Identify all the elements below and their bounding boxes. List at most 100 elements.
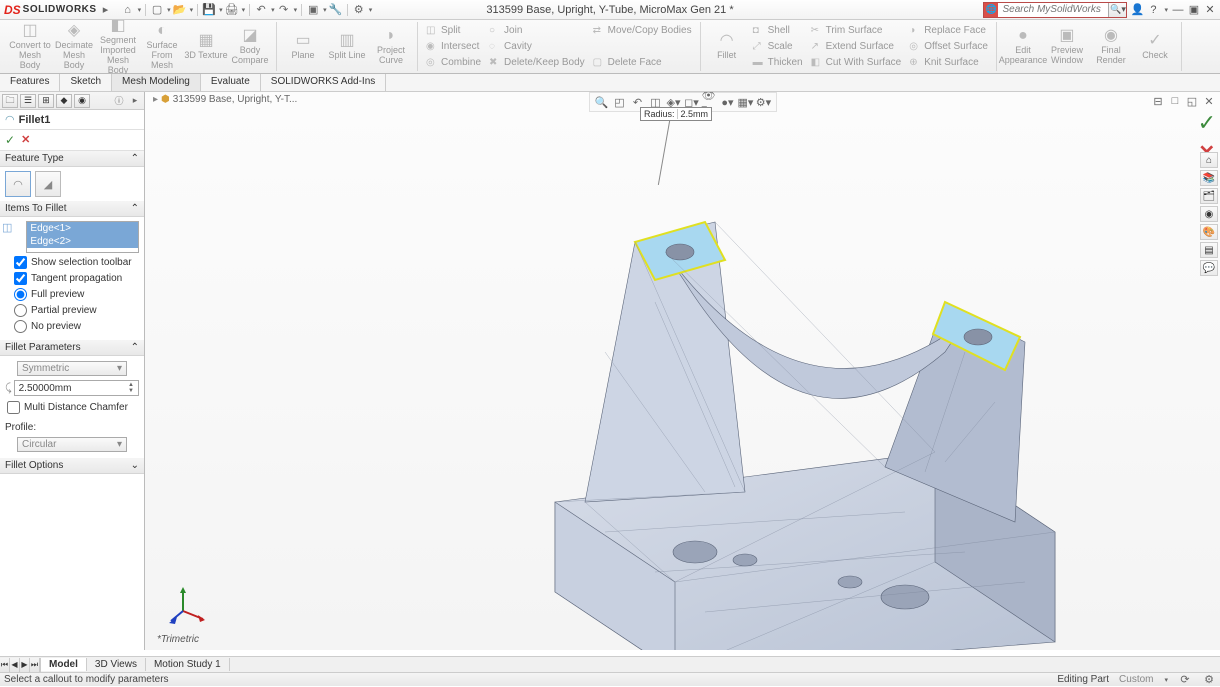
dimxpert-tab-icon[interactable]: ◆: [56, 94, 72, 108]
replace-face-button[interactable]: ◑Replace Face: [907, 23, 990, 38]
forum-icon[interactable]: 💬: [1200, 260, 1218, 276]
feature-type-header[interactable]: Feature Type⌃: [0, 151, 144, 167]
split-line-button[interactable]: ▥Split Line: [325, 22, 369, 71]
scene-icon[interactable]: ▦▾: [738, 95, 754, 109]
check-button[interactable]: ✓Check: [1133, 22, 1177, 71]
partial-preview-radio[interactable]: [14, 304, 27, 317]
zoom-area-icon[interactable]: ◰: [612, 95, 628, 109]
combine-button[interactable]: ◎Combine: [424, 55, 483, 70]
convert-to-mesh-button[interactable]: ◫Convert to Mesh Body: [8, 22, 52, 71]
redo-icon[interactable]: ↷: [277, 3, 291, 17]
rebuild-icon[interactable]: 🔧: [329, 3, 343, 17]
list-item[interactable]: Edge<2>: [27, 235, 138, 248]
vp-close-icon[interactable]: ✕: [1202, 94, 1216, 108]
edit-appearance-button[interactable]: ●Edit Appearance: [1001, 22, 1045, 71]
full-preview-radio[interactable]: [14, 288, 27, 301]
minimize-icon[interactable]: —: [1172, 4, 1184, 16]
model-geometry[interactable]: [405, 152, 1085, 650]
callout-value[interactable]: 2.5mm: [677, 109, 709, 119]
radius-callout[interactable]: Radius: 2.5mm: [640, 107, 712, 121]
search-button[interactable]: 🔍▾: [1108, 3, 1126, 17]
view-palette-icon[interactable]: ◉: [1200, 206, 1218, 222]
surface-from-mesh-button[interactable]: ◐Surface From Mesh: [140, 22, 184, 71]
multi-distance-checkbox[interactable]: [7, 401, 20, 414]
view-settings-icon[interactable]: ⚙▾: [756, 95, 772, 109]
scale-button[interactable]: ⤢Scale: [751, 39, 805, 54]
undo-icon[interactable]: ↶: [254, 3, 268, 17]
options-icon[interactable]: ⚙: [352, 3, 366, 17]
delete-face-button[interactable]: ▢Delete Face: [591, 55, 694, 70]
print-icon[interactable]: 🖨: [225, 3, 239, 17]
symmetric-dropdown[interactable]: Symmetric▾: [17, 361, 127, 376]
delete-keep-body-button[interactable]: ✖Delete/Keep Body: [487, 55, 587, 70]
panel-help-icon[interactable]: ⓘ: [112, 94, 126, 108]
sheet-tab-motion[interactable]: Motion Study 1: [146, 658, 230, 671]
move-copy-button[interactable]: ⇄Move/Copy Bodies: [591, 23, 694, 38]
join-button[interactable]: ○Join: [487, 23, 587, 38]
open-icon[interactable]: 📂: [173, 3, 187, 17]
cut-with-surface-button[interactable]: ◧Cut With Surface: [809, 55, 904, 70]
knit-surface-button[interactable]: ⊕Knit Surface: [907, 55, 990, 70]
list-item[interactable]: Edge<1>: [27, 222, 138, 235]
appearances-icon[interactable]: 🎨: [1200, 224, 1218, 240]
viewport-accept-icon[interactable]: ✓: [1198, 110, 1216, 136]
vp-collapse-icon[interactable]: ⊟: [1151, 94, 1165, 108]
extend-surface-button[interactable]: ↗Extend Surface: [809, 39, 904, 54]
tab-evaluate[interactable]: Evaluate: [201, 74, 261, 91]
final-render-button[interactable]: ◉Final Render: [1089, 22, 1133, 71]
segment-mesh-button[interactable]: ◧Segment Imported Mesh Body: [96, 22, 140, 71]
propertymanager-tab-icon[interactable]: ☰: [20, 94, 36, 108]
tab-sketch[interactable]: Sketch: [60, 74, 112, 91]
search-input[interactable]: [998, 4, 1108, 15]
sheet-prev-icon[interactable]: ◀: [10, 658, 20, 672]
accept-button[interactable]: ✓: [5, 133, 15, 147]
body-compare-button[interactable]: ◪Body Compare: [228, 22, 272, 71]
offset-surface-button[interactable]: ◎Offset Surface: [907, 39, 990, 54]
cancel-button[interactable]: ✕: [21, 133, 30, 147]
breadcrumb-expand-icon[interactable]: ▸: [153, 94, 158, 105]
restore-icon[interactable]: ▣: [1188, 4, 1200, 16]
tab-mesh-modeling[interactable]: Mesh Modeling: [112, 74, 201, 91]
fillet-type-chamfer-icon[interactable]: ◢: [35, 171, 61, 197]
home-icon[interactable]: ⌂: [121, 3, 135, 17]
status-settings-icon[interactable]: ⚙: [1202, 673, 1216, 687]
help-icon[interactable]: ?: [1147, 4, 1159, 16]
tangent-propagation-checkbox[interactable]: [14, 272, 27, 285]
logo-dropdown-icon[interactable]: ▸: [99, 3, 113, 17]
featuretree-tab-icon[interactable]: 🗀: [2, 94, 18, 108]
file-explorer-icon[interactable]: 🗂: [1200, 188, 1218, 204]
items-to-fillet-header[interactable]: Items To Fillet⌃: [0, 201, 144, 217]
zoom-fit-icon[interactable]: 🔍: [594, 95, 610, 109]
close-icon[interactable]: ✕: [1204, 4, 1216, 16]
fillet-button[interactable]: ◠Fillet: [705, 22, 749, 71]
thicken-button[interactable]: ▬Thicken: [751, 55, 805, 70]
sheet-tab-3dviews[interactable]: 3D Views: [87, 658, 146, 671]
plane-button[interactable]: ▭Plane: [281, 22, 325, 71]
split-button[interactable]: ◫Split: [424, 23, 483, 38]
sheet-tab-model[interactable]: Model: [41, 658, 87, 671]
vp-restore-icon[interactable]: ◱: [1185, 94, 1199, 108]
select-icon[interactable]: ▣: [306, 3, 320, 17]
shell-button[interactable]: ◘Shell: [751, 23, 805, 38]
panel-right-icon[interactable]: ▸: [128, 94, 142, 108]
decimate-mesh-button[interactable]: ◈Decimate Mesh Body: [52, 22, 96, 71]
custom-props-icon[interactable]: ▤: [1200, 242, 1218, 258]
no-preview-radio[interactable]: [14, 320, 27, 333]
fillet-type-constant-icon[interactable]: ◜◝: [5, 171, 31, 197]
edge-selection-list[interactable]: Edge<1> Edge<2>: [26, 221, 139, 253]
sheet-next-icon[interactable]: ▶: [20, 658, 30, 672]
tab-addins[interactable]: SOLIDWORKS Add-Ins: [261, 74, 386, 91]
profile-dropdown[interactable]: Circular▾: [17, 437, 127, 452]
appearance-icon[interactable]: ●▾: [720, 95, 736, 109]
display-tab-icon[interactable]: ◉: [74, 94, 90, 108]
fillet-options-header[interactable]: Fillet Options⌄: [0, 458, 144, 474]
view-triad[interactable]: [169, 585, 209, 628]
sheet-first-icon[interactable]: ⏮: [0, 658, 10, 672]
cavity-button[interactable]: ◌Cavity: [487, 39, 587, 54]
intersect-button[interactable]: ◉Intersect: [424, 39, 483, 54]
new-icon[interactable]: ▢: [150, 3, 164, 17]
status-units[interactable]: Custom: [1119, 674, 1153, 685]
sw-resources-icon[interactable]: ⌂: [1200, 152, 1218, 168]
design-library-icon[interactable]: 📚: [1200, 170, 1218, 186]
preview-window-button[interactable]: ▣Preview Window: [1045, 22, 1089, 71]
